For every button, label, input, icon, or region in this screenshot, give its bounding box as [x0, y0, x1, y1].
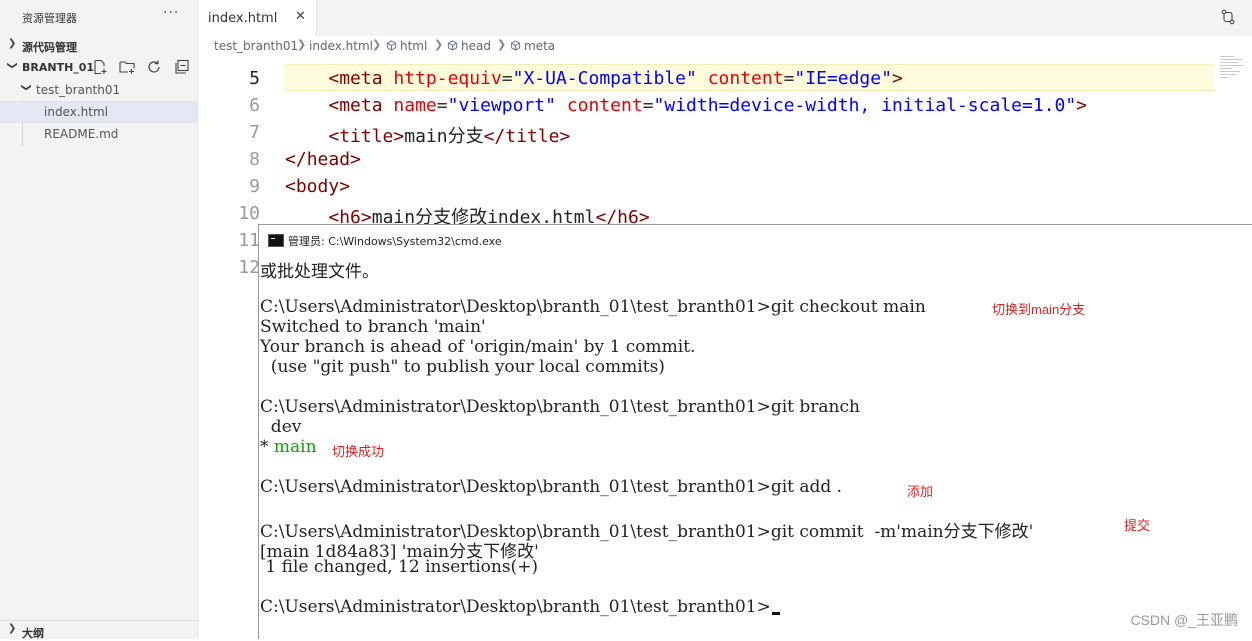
- annotation-note: 提交: [1124, 518, 1151, 533]
- code-text: </head>: [285, 149, 361, 170]
- breadcrumb-head[interactable]: head: [447, 39, 491, 53]
- breadcrumb-label: head: [461, 39, 491, 53]
- outline-section[interactable]: ❯ 大纲: [0, 620, 197, 640]
- editor-tab-bar: index.html ✕: [198, 0, 1252, 36]
- text-cursor: [771, 612, 780, 615]
- line-number: 11: [238, 230, 260, 251]
- breadcrumb-meta[interactable]: meta: [510, 39, 555, 53]
- cmd-title: 管理员: C:\Windows\System32\cmd.exe: [288, 235, 502, 248]
- code-line: 5 <meta http-equiv="X-UA-Compatible" con…: [198, 65, 1252, 92]
- code-text: <body>: [285, 176, 351, 197]
- collapse-all-icon[interactable]: [174, 59, 190, 75]
- annotation-note: 添加: [907, 484, 934, 499]
- code-line: 9 <body>: [198, 173, 1252, 200]
- annotation-note: 切换成功: [332, 444, 385, 459]
- terminal-line: [main 1d84a83] 'main分支下修改': [260, 542, 539, 562]
- folder-label: test_branth01: [36, 83, 121, 97]
- breadcrumb-html[interactable]: html: [386, 39, 427, 53]
- code-line: 6 <meta name="viewport" content="width=d…: [198, 92, 1252, 119]
- code-text: <meta name="viewport" content="width=dev…: [328, 95, 1088, 116]
- terminal-line: (use "git push" to publish your local co…: [260, 357, 665, 377]
- cmd-window[interactable]: 管理员: C:\Windows\System32\cmd.exe 或批处理文件。…: [258, 224, 1252, 639]
- chevron-right-icon: ❯: [372, 38, 382, 51]
- close-icon[interactable]: ✕: [295, 9, 306, 24]
- explorer-header: 资源管理器 ···: [0, 0, 197, 36]
- workspace-section[interactable]: ❯ BRANTH_01: [0, 57, 197, 79]
- file-index-html[interactable]: index.html: [0, 101, 197, 123]
- terminal-prompt: C:\Users\Administrator\Desktop\branth_01…: [260, 597, 771, 617]
- source-control-label: 源代码管理: [22, 41, 77, 54]
- more-actions-icon[interactable]: ···: [163, 5, 179, 21]
- watermark: CSDN @_王亚鹏: [1130, 612, 1238, 628]
- terminal-line: * main: [260, 437, 317, 457]
- terminal-line: C:\Users\Administrator\Desktop\branth_01…: [260, 397, 860, 417]
- chevron-right-icon: ❯: [8, 38, 17, 49]
- refresh-icon[interactable]: [146, 59, 162, 75]
- tab-index-html[interactable]: index.html ✕: [198, 0, 317, 36]
- tab-label: index.html: [208, 11, 278, 26]
- code-text: <title>main分支</title>: [328, 126, 571, 147]
- open-changes-icon[interactable]: [1220, 9, 1236, 25]
- source-control-section[interactable]: ❯ 源代码管理: [0, 35, 197, 57]
- new-file-icon[interactable]: [92, 59, 108, 75]
- chevron-right-icon: ❯: [497, 38, 507, 51]
- breadcrumb-label: meta: [524, 39, 556, 53]
- terminal-prompt-line[interactable]: C:\Users\Administrator\Desktop\branth_01…: [260, 597, 780, 617]
- code-line: 8 </head>: [198, 146, 1252, 173]
- terminal-icon: [268, 234, 284, 247]
- symbol-element-icon: [510, 40, 521, 51]
- cmd-titlebar[interactable]: 管理员: C:\Windows\System32\cmd.exe: [259, 225, 1252, 253]
- line-number: 9: [249, 176, 260, 197]
- line-number: 8: [249, 149, 260, 170]
- line-number: 7: [249, 122, 260, 143]
- new-folder-icon[interactable]: [119, 59, 135, 75]
- line-number: 6: [249, 95, 260, 116]
- terminal-line: C:\Users\Administrator\Desktop\branth_01…: [260, 297, 926, 317]
- line-number: 5: [249, 68, 260, 89]
- symbol-element-icon: [386, 40, 397, 51]
- explorer-title: 资源管理器: [22, 12, 77, 25]
- file-label: index.html: [44, 105, 108, 119]
- code-line: 7 <title>main分支</title>: [198, 119, 1252, 147]
- breadcrumb-file[interactable]: index.html: [309, 39, 373, 53]
- code-text: <meta http-equiv="X-UA-Compatible" conte…: [328, 68, 903, 89]
- explorer-sidebar: 资源管理器 ··· ❯ 源代码管理 ❯ BRANTH_01 ❯ test_bra…: [0, 0, 198, 640]
- terminal-line: Your branch is ahead of 'origin/main' by…: [260, 337, 696, 357]
- terminal-line: 或批处理文件。: [260, 262, 379, 282]
- terminal-line: C:\Users\Administrator\Desktop\branth_01…: [260, 477, 843, 497]
- terminal-line: dev: [260, 417, 302, 437]
- chevron-down-icon: ❯: [20, 83, 32, 92]
- code-line: 10 <h6>main分支修改index.html</h6>: [198, 200, 1252, 228]
- line-number: 10: [238, 203, 260, 224]
- file-readme-md[interactable]: README.md: [0, 123, 197, 145]
- chevron-right-icon: ❯: [8, 623, 17, 634]
- chevron-right-icon: ❯: [297, 38, 307, 51]
- symbol-element-icon: [447, 40, 458, 51]
- current-branch-name: main: [273, 437, 317, 457]
- folder-test-branth01[interactable]: ❯ test_branth01: [0, 79, 197, 101]
- line-number: 12: [238, 257, 260, 278]
- breadcrumb-label: html: [400, 39, 428, 53]
- annotation-note: 切换到main分支: [992, 302, 1086, 317]
- minimap[interactable]: [1220, 56, 1246, 86]
- current-branch-marker: *: [260, 437, 269, 457]
- breadcrumb-folder[interactable]: test_branth01: [214, 39, 298, 53]
- terminal-line: Switched to branch 'main': [260, 317, 486, 337]
- file-label: README.md: [44, 127, 119, 141]
- terminal-line: 1 file changed, 12 insertions(+): [260, 557, 539, 577]
- breadcrumb: test_branth01 ❯ index.html ❯ html ❯ head…: [198, 36, 1252, 56]
- chevron-down-icon: ❯: [6, 61, 18, 70]
- terminal-line: C:\Users\Administrator\Desktop\branth_01…: [260, 522, 1034, 542]
- workspace-label: BRANTH_01: [22, 61, 95, 74]
- chevron-right-icon: ❯: [434, 38, 444, 51]
